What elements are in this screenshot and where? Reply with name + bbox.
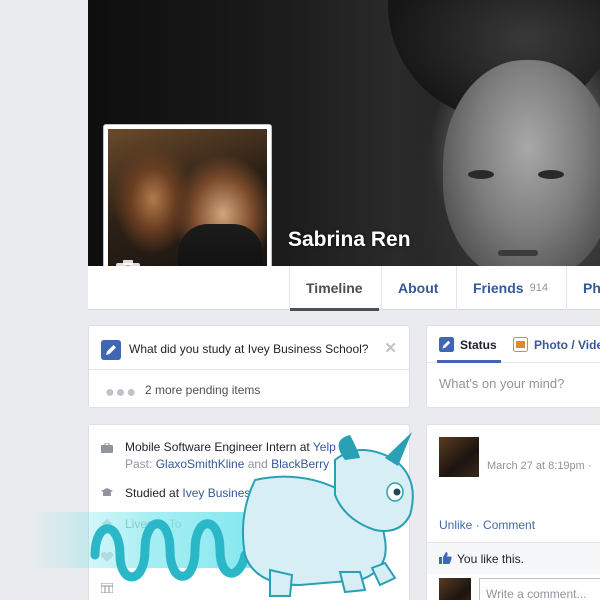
composer-card: Status Photo / Vide What's on your mind?: [426, 325, 600, 408]
post-timestamp[interactable]: March 27 at 8:19pm ·: [487, 460, 592, 472]
close-icon[interactable]: ✕: [384, 339, 397, 357]
pencil-icon: [439, 337, 454, 352]
intro-job-prefix: Mobile Software Engineer Intern at: [125, 440, 313, 454]
status-tab-indicator: [437, 360, 501, 363]
photo-icon: [513, 337, 528, 352]
post-actions: Unlike · Comment: [439, 518, 535, 532]
heart-icon: [101, 552, 113, 562]
cover-face: [443, 60, 600, 266]
cover-eye-right: [538, 170, 564, 179]
pencil-icon: [101, 340, 121, 360]
photo-video-tab-label: Photo / Vide: [534, 337, 600, 352]
tab-about-label: About: [398, 280, 439, 296]
like-icon: [439, 552, 452, 564]
more-dots-icon: ●●●: [105, 384, 137, 401]
intro-study-school[interactable]: Ivey Business Scho: [182, 486, 287, 500]
status-input[interactable]: What's on your mind?: [439, 376, 564, 391]
composer-tabs: Status Photo / Vide: [427, 326, 600, 363]
likes-text: You like this.: [457, 552, 524, 566]
tab-friends[interactable]: Friends 914: [456, 266, 564, 310]
intro-past: Past: GlaxoSmithKline and BlackBerry: [125, 457, 329, 471]
likes-bar: You like this.: [427, 542, 600, 574]
actions-separator: ·: [472, 518, 484, 532]
cover-mouth: [498, 250, 538, 256]
tab-timeline[interactable]: Timeline: [289, 266, 379, 311]
intro-past-company-2[interactable]: BlackBerry: [271, 457, 329, 471]
commenter-avatar: [439, 578, 471, 600]
post-author-avatar[interactable]: [439, 437, 479, 477]
post-card: March 27 at 8:19pm · Unlike · Comment Yo…: [426, 424, 600, 600]
photo-video-tab[interactable]: Photo / Vide: [513, 337, 600, 352]
intro-card: Mobile Software Engineer Intern at Yelp …: [88, 424, 410, 600]
cover-eye-left: [468, 170, 494, 179]
intro-lives-prefix: Lives in: [125, 517, 169, 531]
status-tab[interactable]: Status: [439, 337, 497, 352]
friends-count: 914: [529, 282, 548, 294]
intro-past-company-1[interactable]: GlaxoSmithKline: [156, 457, 245, 471]
comment-input[interactable]: Write a comment...: [479, 578, 600, 600]
pending-question[interactable]: What did you study at Ivey Business Scho…: [129, 342, 368, 356]
tab-about[interactable]: About: [381, 266, 454, 310]
profile-name[interactable]: Sabrina Ren: [288, 228, 411, 252]
calendar-icon: [101, 583, 113, 593]
tab-friends-label: Friends: [473, 280, 524, 296]
intro-study-prefix: Studied at: [125, 486, 183, 500]
status-tab-label: Status: [460, 337, 497, 352]
intro-past-label: Past:: [125, 457, 156, 471]
profile-nav: Timeline About Friends 914 Ph: [88, 266, 600, 311]
unlike-link[interactable]: Unlike: [439, 518, 472, 532]
tab-photos[interactable]: Ph: [566, 266, 600, 310]
intro-job: Mobile Software Engineer Intern at Yelp: [125, 440, 336, 454]
more-pending-link[interactable]: 2 more pending items: [145, 383, 260, 397]
tab-photos-label: Ph: [583, 280, 600, 296]
pending-items-card: What did you study at Ivey Business Scho…: [88, 325, 410, 408]
tab-timeline-label: Timeline: [306, 280, 363, 296]
home-icon: [101, 519, 113, 529]
comment-link[interactable]: Comment: [483, 518, 535, 532]
intro-lives-place[interactable]: To: [169, 517, 182, 531]
intro-lives: Lives in To: [125, 517, 182, 531]
profile-picture-image: [108, 129, 267, 288]
briefcase-icon: [101, 443, 113, 453]
graduation-cap-icon: [101, 488, 113, 496]
intro-study: Studied at Ivey Business Scho: [125, 486, 287, 500]
intro-job-company[interactable]: Yelp: [313, 440, 336, 454]
intro-past-and: and: [244, 457, 272, 471]
